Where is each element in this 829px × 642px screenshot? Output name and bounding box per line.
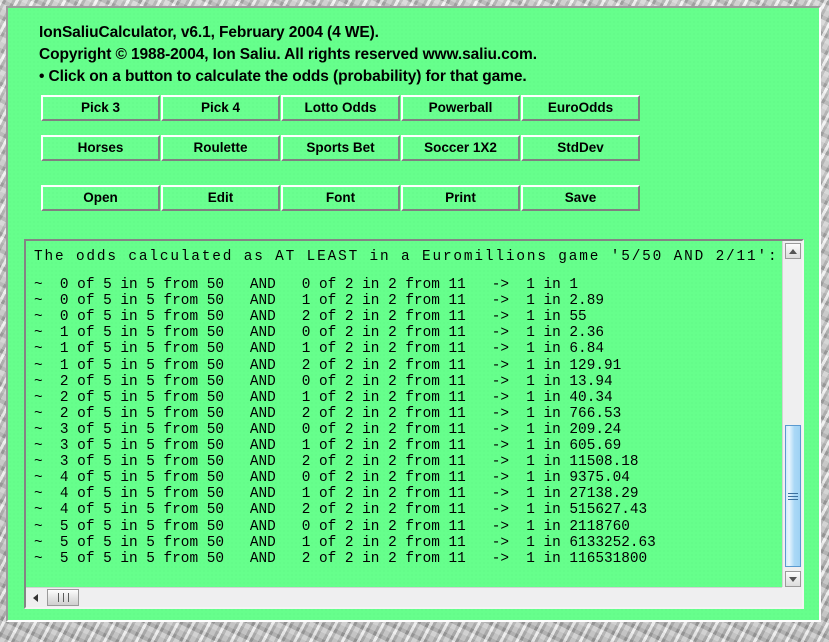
scroll-down-button[interactable] [785,571,801,587]
scroll-up-button[interactable] [785,243,801,259]
odds-row: ~ 5 of 5 in 5 from 50 AND 0 of 2 in 2 fr… [34,518,630,535]
odds-row: ~ 2 of 5 in 5 from 50 AND 0 of 2 in 2 fr… [34,373,613,390]
stddev-button[interactable]: StdDev [521,135,640,161]
print-button[interactable]: Print [401,185,520,211]
window-outer-frame: IonSaliuCalculator, v6.1, February 2004 … [0,0,829,642]
file-buttons-row: Open Edit Font Print Save [41,185,791,212]
odds-row: ~ 0 of 5 in 5 from 50 AND 2 of 2 in 2 fr… [34,309,587,326]
odds-row: ~ 2 of 5 in 5 from 50 AND 1 of 2 in 2 fr… [34,389,613,406]
odds-row: ~ 5 of 5 in 5 from 50 AND 2 of 2 in 2 fr… [34,550,648,567]
grip-lines-vertical-icon [56,589,71,607]
odds-row: ~ 1 of 5 in 5 from 50 AND 0 of 2 in 2 fr… [34,325,604,342]
odds-row: ~ 1 of 5 in 5 from 50 AND 1 of 2 in 2 fr… [34,341,604,358]
odds-row: ~ 2 of 5 in 5 from 50 AND 2 of 2 in 2 fr… [34,405,622,422]
header-text-block: IonSaliuCalculator, v6.1, February 2004 … [39,22,759,88]
triangle-left-icon [32,593,38,602]
font-button[interactable]: Font [281,185,400,211]
edit-button[interactable]: Edit [161,185,280,211]
horses-button[interactable]: Horses [41,135,160,161]
odds-row: ~ 1 of 5 in 5 from 50 AND 2 of 2 in 2 fr… [34,357,622,374]
odds-row: ~ 4 of 5 in 5 from 50 AND 0 of 2 in 2 fr… [34,470,630,487]
calculator-client-window: IonSaliuCalculator, v6.1, February 2004 … [6,6,821,622]
horizontal-scrollbar[interactable] [26,587,802,607]
odds-row: ~ 0 of 5 in 5 from 50 AND 1 of 2 in 2 fr… [34,293,604,310]
scroll-left-button[interactable] [28,590,42,605]
game-buttons-row-1: Pick 3 Pick 4 Lotto Odds Powerball EuroO… [41,95,791,122]
odds-row: ~ 3 of 5 in 5 from 50 AND 2 of 2 in 2 fr… [34,454,639,471]
sports-bet-button[interactable]: Sports Bet [281,135,400,161]
vertical-scrollbar-thumb[interactable] [785,425,801,567]
powerball-button[interactable]: Powerball [401,95,520,121]
odds-row: ~ 4 of 5 in 5 from 50 AND 1 of 2 in 2 fr… [34,486,639,503]
soccer-1x2-button[interactable]: Soccer 1X2 [401,135,520,161]
odds-row: ~ 3 of 5 in 5 from 50 AND 0 of 2 in 2 fr… [34,421,622,438]
lotto-odds-button[interactable]: Lotto Odds [281,95,400,121]
euroodds-button[interactable]: EuroOdds [521,95,640,121]
vertical-scrollbar[interactable] [782,241,802,589]
triangle-up-icon [789,248,797,254]
odds-output-panel[interactable]: The odds calculated as AT LEAST in a Eur… [24,239,804,609]
app-title-line: IonSaliuCalculator, v6.1, February 2004 … [39,24,379,41]
open-button[interactable]: Open [41,185,160,211]
grip-lines-horizontal-icon [788,491,798,502]
roulette-button[interactable]: Roulette [161,135,280,161]
pick4-button[interactable]: Pick 4 [161,95,280,121]
triangle-down-icon [789,576,797,582]
odds-output-title: The odds calculated as AT LEAST in a Eur… [34,249,779,265]
copyright-line: Copyright © 1988-2004, Ion Saliu. All ri… [39,46,537,63]
odds-row: ~ 4 of 5 in 5 from 50 AND 2 of 2 in 2 fr… [34,502,648,519]
instruction-line: • Click on a button to calculate the odd… [39,68,527,85]
odds-row: ~ 3 of 5 in 5 from 50 AND 1 of 2 in 2 fr… [34,438,622,455]
pick3-button[interactable]: Pick 3 [41,95,160,121]
odds-row: ~ 5 of 5 in 5 from 50 AND 1 of 2 in 2 fr… [34,534,656,551]
odds-output-text[interactable]: The odds calculated as AT LEAST in a Eur… [26,241,786,589]
game-buttons-row-2: Horses Roulette Sports Bet Soccer 1X2 St… [41,135,791,162]
horizontal-scrollbar-thumb[interactable] [47,589,79,606]
odds-row: ~ 0 of 5 in 5 from 50 AND 0 of 2 in 2 fr… [34,277,579,294]
save-button[interactable]: Save [521,185,640,211]
scrollbar-corner [782,587,802,607]
